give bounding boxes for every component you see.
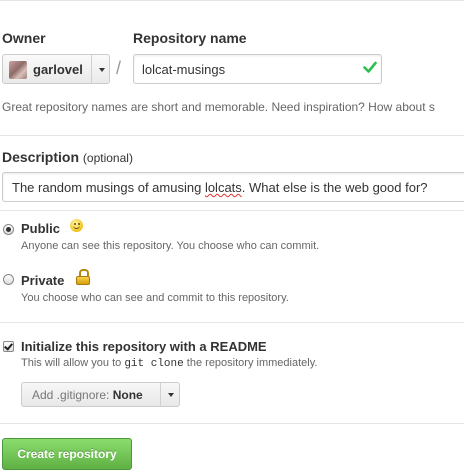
- description-value: The random musings of amusing lolcats. W…: [12, 180, 428, 195]
- description-label-text: Description: [2, 149, 80, 165]
- owner-repo-separator: /: [116, 58, 122, 78]
- public-radio[interactable]: [3, 224, 14, 235]
- public-label[interactable]: Public: [21, 221, 60, 236]
- readme-checkbox[interactable]: [3, 341, 14, 352]
- divider: [0, 322, 464, 323]
- chevron-down-icon: [99, 68, 105, 72]
- description-label: Description (optional): [2, 149, 133, 165]
- repo-name-value: lolcat-musings: [142, 62, 226, 77]
- readme-desc-start: This will allow you to: [21, 357, 125, 369]
- repo-name-hint: Great repository names are short and mem…: [2, 100, 435, 114]
- check-icon: [363, 61, 377, 73]
- lock-icon: [76, 269, 90, 285]
- gitignore-label: Add .gitignore: None: [32, 388, 143, 402]
- private-radio[interactable]: [3, 274, 14, 285]
- description-text-end: . What else is the web good for?: [241, 180, 428, 195]
- checkmark-icon: [4, 341, 13, 351]
- readme-description: This will allow you to git clone the rep…: [21, 357, 317, 370]
- owner-label: Owner: [2, 30, 46, 46]
- gitignore-select[interactable]: Add .gitignore: None: [21, 382, 180, 407]
- divider: [0, 135, 464, 136]
- description-optional-note: (optional): [82, 151, 133, 165]
- gitignore-value: None: [112, 388, 143, 402]
- public-description: Anyone can see this repository. You choo…: [21, 240, 320, 252]
- owner-select[interactable]: garlovel: [2, 54, 110, 84]
- divider: [0, 423, 464, 424]
- avatar: [9, 61, 27, 79]
- repo-name-input[interactable]: lolcat-musings: [133, 54, 382, 84]
- readme-desc-end: the repository immediately.: [183, 357, 318, 369]
- readme-label[interactable]: Initialize this repository with a README: [21, 339, 267, 354]
- gitignore-label-text: Add .gitignore:: [32, 388, 110, 402]
- gitignore-select-divider: [160, 383, 161, 406]
- misspelled-word: lolcats: [204, 180, 242, 195]
- chevron-down-icon: [168, 393, 174, 397]
- top-border: [0, 0, 464, 1]
- owner-select-divider: [91, 55, 92, 83]
- description-input[interactable]: The random musings of amusing lolcats. W…: [2, 172, 464, 202]
- create-repository-button[interactable]: Create repository: [2, 438, 132, 470]
- owner-name: garlovel: [33, 62, 83, 77]
- git-clone-code: git clone: [124, 358, 184, 370]
- private-label[interactable]: Private: [21, 273, 64, 288]
- description-text-start: The random musings of amusing: [12, 180, 205, 195]
- divider: [0, 210, 464, 211]
- private-description: You choose who can see and commit to thi…: [21, 292, 289, 304]
- repo-name-label: Repository name: [133, 30, 247, 46]
- smiley-icon: [70, 219, 83, 232]
